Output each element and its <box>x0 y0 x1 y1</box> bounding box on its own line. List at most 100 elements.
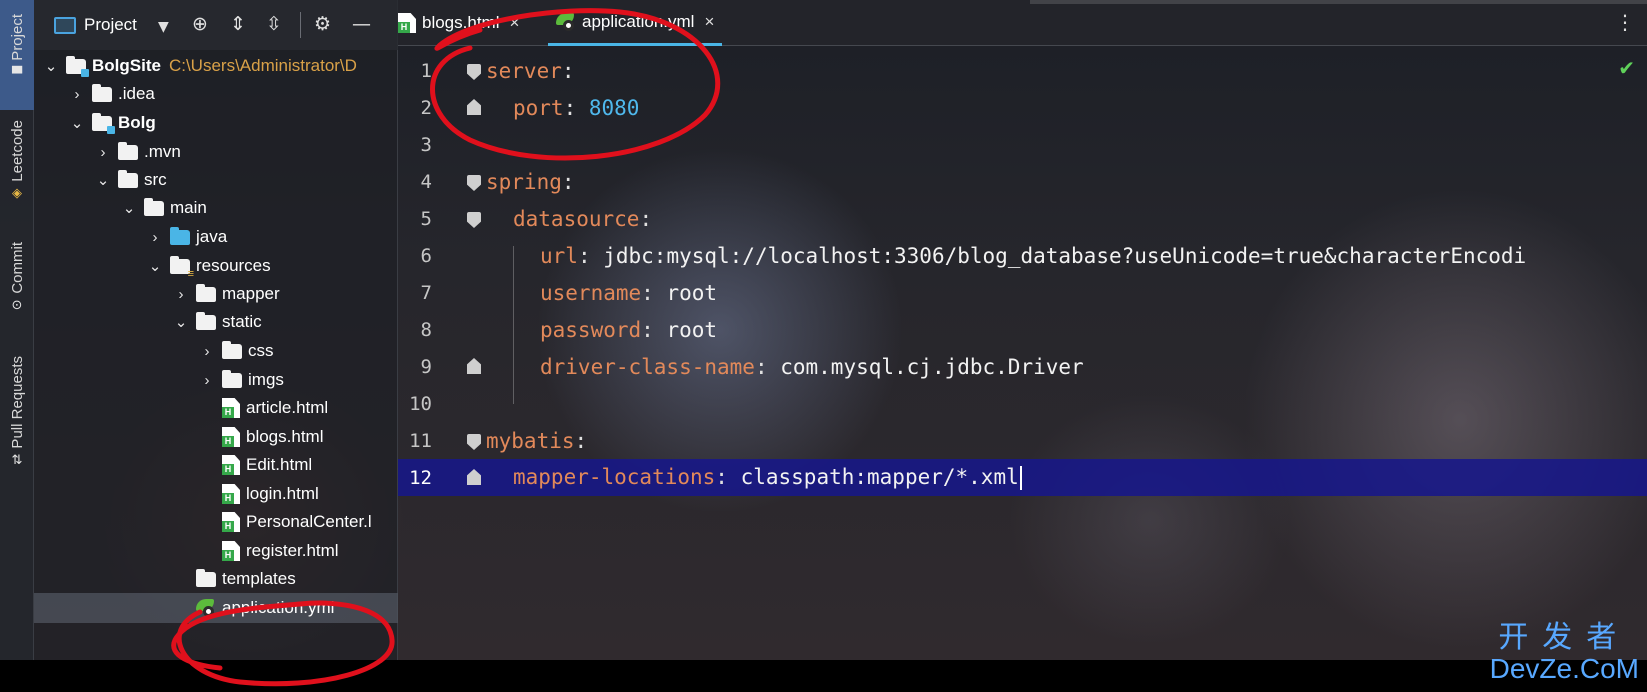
code-line-current[interactable]: 12 mapper-locations: classpath:mapper/*.… <box>398 459 1647 496</box>
tree-item-login-html[interactable]: login.html <box>34 479 398 509</box>
tab-application-yml[interactable]: application.yml × <box>548 0 723 46</box>
fold-close-icon[interactable] <box>467 358 481 374</box>
site-watermark: 开发者 DevZe.CoM <box>1490 622 1639 684</box>
chevron-down-icon[interactable]: ⌄ <box>172 313 190 331</box>
tree-item-label: css <box>248 341 274 360</box>
fold-close-icon[interactable] <box>467 469 481 485</box>
code-text: url: jdbc:mysql://localhost:3306/blog_da… <box>540 244 1526 268</box>
tree-item-article-html[interactable]: article.html <box>34 393 398 423</box>
code-line[interactable]: 4 spring: <box>398 163 1647 200</box>
chevron-down-icon[interactable]: ⌄ <box>68 114 86 132</box>
fold-close-icon[interactable] <box>467 99 481 115</box>
chevron-right-icon[interactable]: › <box>198 343 216 360</box>
project-window-icon <box>54 16 76 34</box>
yaml-key: server <box>486 58 562 83</box>
tree-item-css[interactable]: › css <box>34 336 398 366</box>
tree-item-label: main <box>170 198 207 217</box>
folder-icon <box>222 369 242 388</box>
tab-blogs-html[interactable]: blogs.html × <box>398 0 519 46</box>
folder-icon <box>118 141 138 160</box>
tree-item-main[interactable]: ⌄ main <box>34 193 398 223</box>
tree-item-templates[interactable]: templates <box>34 564 398 594</box>
locate-file-icon[interactable]: ⊕ <box>192 14 208 34</box>
yaml-colon: : <box>574 428 588 453</box>
tree-item-blogs-html[interactable]: blogs.html <box>34 422 398 452</box>
collapse-all-icon[interactable]: ⇳ <box>266 14 282 34</box>
html-file-icon <box>222 541 240 561</box>
code-line[interactable]: 8 password: root <box>398 311 1647 348</box>
code-text: server: <box>486 59 575 83</box>
tree-item-edit-html[interactable]: Edit.html <box>34 450 398 480</box>
view-dropdown-icon[interactable]: ▼ <box>158 17 169 37</box>
tree-item-mvn[interactable]: › .mvn <box>34 137 398 167</box>
tool-tab-commit[interactable]: Commit ⊙ <box>0 242 34 334</box>
chevron-right-icon[interactable]: › <box>146 229 164 246</box>
chevron-down-icon[interactable]: ⌄ <box>146 257 164 275</box>
folder-icon: ▀ <box>12 66 22 82</box>
fold-open-icon[interactable] <box>467 212 481 228</box>
line-number: 8 <box>420 318 432 341</box>
fold-open-icon[interactable] <box>467 64 481 80</box>
yaml-value: root <box>666 317 718 342</box>
tool-tab-pull-requests[interactable]: Pull Requests ⇅ <box>0 356 34 484</box>
code-line[interactable]: 11 mybatis: <box>398 422 1647 459</box>
text-caret <box>1019 466 1022 490</box>
tree-item-resources[interactable]: ⌄ resources <box>34 251 398 281</box>
tool-tab-project[interactable]: Project ▀ <box>0 0 34 110</box>
fold-open-icon[interactable] <box>467 434 481 450</box>
code-editor[interactable]: 1 server: 2 port: 8080 3 4 spring: 5 dat… <box>398 46 1647 660</box>
code-line[interactable]: 9 driver-class-name: com.mysql.cj.jdbc.D… <box>398 348 1647 385</box>
tool-tab-pull-requests-label: Pull Requests <box>8 356 26 449</box>
chevron-down-icon[interactable]: ⌄ <box>42 57 60 75</box>
yaml-key: driver-class-name <box>540 354 755 379</box>
tree-item-personalcenter-html[interactable]: PersonalCenter.l <box>34 507 398 537</box>
tree-item-idea[interactable]: › .idea <box>34 79 398 109</box>
tree-item-label: .mvn <box>144 142 181 161</box>
expand-all-icon[interactable]: ⇕ <box>230 14 246 34</box>
line-number: 1 <box>420 59 432 82</box>
gear-icon[interactable]: ⚙ <box>314 14 331 34</box>
chevron-right-icon[interactable]: › <box>68 86 86 103</box>
tool-tab-leetcode[interactable]: Leetcode ◈ <box>0 120 34 230</box>
tree-item-src[interactable]: ⌄ src <box>34 165 398 195</box>
tree-item-path: C:\Users\Administrator\D <box>168 56 357 75</box>
code-line[interactable]: 2 port: 8080 <box>398 89 1647 126</box>
watermark-line1: 开发者 <box>1498 621 1631 654</box>
tab-label: blogs.html <box>422 13 500 32</box>
close-icon[interactable]: × <box>704 12 714 32</box>
tree-item-java[interactable]: › java <box>34 222 398 252</box>
hide-panel-icon[interactable]: — <box>352 14 371 34</box>
tool-tab-commit-label: Commit <box>8 242 26 294</box>
code-line[interactable]: 6 url: jdbc:mysql://localhost:3306/blog_… <box>398 237 1647 274</box>
code-line[interactable]: 3 <box>398 126 1647 163</box>
tree-item-bolg[interactable]: ⌄ Bolg <box>34 108 398 138</box>
tree-item-application-yml[interactable]: application.yml <box>34 593 398 623</box>
tree-item-imgs[interactable]: › imgs <box>34 365 398 395</box>
line-number: 11 <box>409 429 432 452</box>
tree-item-label: imgs <box>248 370 284 389</box>
line-number: 4 <box>420 170 432 193</box>
chevron-right-icon[interactable]: › <box>94 144 112 161</box>
yaml-value: com.mysql.cj.jdbc.Driver <box>780 354 1084 379</box>
code-text: driver-class-name: com.mysql.cj.jdbc.Dri… <box>540 355 1084 379</box>
code-line[interactable]: 7 username: root <box>398 274 1647 311</box>
tree-item-mapper[interactable]: › mapper <box>34 279 398 309</box>
fold-open-icon[interactable] <box>467 175 481 191</box>
more-actions-icon[interactable]: ⋮ <box>1615 10 1635 34</box>
chevron-down-icon[interactable]: ⌄ <box>94 171 112 189</box>
code-line[interactable]: 1 server: <box>398 52 1647 89</box>
tree-item-static[interactable]: ⌄ static <box>34 307 398 337</box>
chevron-right-icon[interactable]: › <box>172 286 190 303</box>
tree-item-register-html[interactable]: register.html <box>34 536 398 566</box>
tree-item-label: application.yml <box>222 598 335 617</box>
chevron-right-icon[interactable]: › <box>198 372 216 389</box>
tree-item-bolgsite[interactable]: ⌄ BolgSite C:\Users\Administrator\D <box>34 51 398 81</box>
close-icon[interactable]: × <box>509 13 519 33</box>
code-text: spring: <box>486 170 575 194</box>
folder-icon <box>118 169 138 188</box>
module-folder-icon <box>66 55 89 77</box>
yaml-value: root <box>666 280 718 305</box>
chevron-down-icon[interactable]: ⌄ <box>120 199 138 217</box>
code-line[interactable]: 10 <box>398 385 1647 422</box>
code-line[interactable]: 5 datasource: <box>398 200 1647 237</box>
